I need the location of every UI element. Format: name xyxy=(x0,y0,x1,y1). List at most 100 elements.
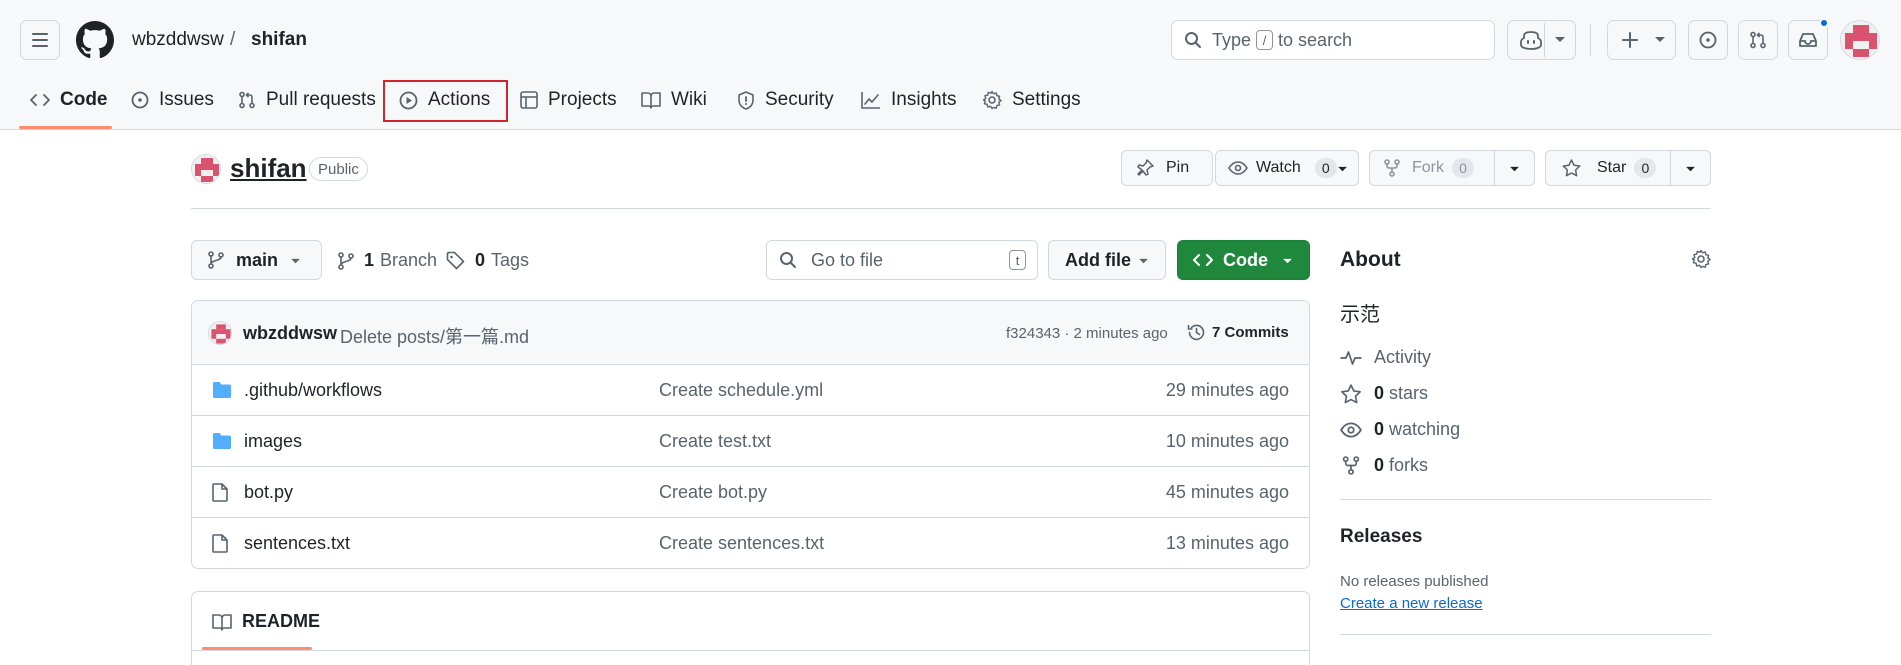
fork-count: 0 xyxy=(1452,158,1474,178)
forks-label: forks xyxy=(1389,455,1429,475)
git-branch-icon xyxy=(208,251,224,269)
file-row[interactable]: images Create test.txt 10 minutes ago xyxy=(192,416,1309,467)
identicon-icon xyxy=(192,155,220,183)
pull-requests-button[interactable] xyxy=(1738,20,1778,60)
pin-button[interactable]: Pin xyxy=(1121,150,1213,186)
copilot-divider xyxy=(1544,23,1545,57)
repo-owner-avatar[interactable] xyxy=(191,154,221,184)
notification-dot xyxy=(1819,18,1829,28)
commit-author[interactable]: wbzddwsw xyxy=(243,323,337,344)
watch-button[interactable]: Watch 0 xyxy=(1215,150,1359,186)
branch-count-label: Branch xyxy=(380,250,438,270)
branches-link[interactable]: 1 Branch xyxy=(338,250,437,271)
file-name[interactable]: bot.py xyxy=(244,482,293,503)
about-description: 示范 xyxy=(1340,304,1380,326)
gear-icon[interactable] xyxy=(1691,249,1711,269)
global-search[interactable]: Type / to search xyxy=(1171,20,1495,60)
user-avatar[interactable] xyxy=(1840,20,1880,60)
file-browser: wbzddwsw Delete posts/第一篇.md f324343 · 2… xyxy=(191,300,1310,569)
fork-divider xyxy=(1494,151,1495,185)
file-row[interactable]: .github/workflows Create schedule.yml 29… xyxy=(192,365,1309,416)
file-commit-time: 10 minutes ago xyxy=(1165,431,1289,451)
file-name[interactable]: images xyxy=(244,431,302,452)
create-new-button[interactable] xyxy=(1607,20,1676,60)
commit-author-avatar[interactable] xyxy=(208,321,232,345)
file-name[interactable]: .github/workflows xyxy=(244,380,382,401)
repo-title-link[interactable]: shifan xyxy=(230,153,307,184)
go-to-file-shortcut: t xyxy=(1009,250,1026,270)
about-heading: About xyxy=(1340,248,1401,271)
tab-code[interactable]: Code xyxy=(18,78,120,122)
go-to-file-input[interactable]: Go to file t xyxy=(766,240,1038,280)
file-commit-message[interactable]: Create schedule.yml xyxy=(659,380,823,401)
menu-button[interactable] xyxy=(20,20,60,60)
search-icon xyxy=(780,252,796,268)
tab-settings[interactable]: Settings xyxy=(970,78,1093,122)
issues-button[interactable] xyxy=(1688,20,1728,60)
issue-opened-icon xyxy=(1699,31,1717,49)
tab-wiki[interactable]: Wiki xyxy=(629,78,719,122)
identicon-icon xyxy=(209,322,231,344)
search-suffix: to search xyxy=(1278,29,1353,50)
tab-active-underline xyxy=(19,126,112,129)
file-row[interactable]: bot.py Create bot.py 45 minutes ago xyxy=(192,467,1309,518)
search-prefix: Type xyxy=(1212,29,1252,50)
git-branch-icon xyxy=(338,251,354,270)
commits-history-link[interactable]: 7 Commits xyxy=(1187,323,1289,342)
gear-icon xyxy=(982,90,1002,110)
git-pull-request-icon xyxy=(1750,31,1766,49)
commit-message[interactable]: Delete posts/第一篇.md xyxy=(340,323,529,349)
file-commit-message[interactable]: Create test.txt xyxy=(659,431,771,452)
tab-pull-requests-label: Pull requests xyxy=(266,89,376,110)
eye-icon xyxy=(1340,422,1362,437)
folder-icon xyxy=(213,433,231,449)
tags-link[interactable]: 0 Tags xyxy=(446,250,529,271)
tab-issues[interactable]: Issues xyxy=(119,78,226,122)
repo-forked-icon xyxy=(1384,159,1400,177)
chevron-down-icon xyxy=(1555,37,1565,42)
search-shortcut-key: / xyxy=(1256,30,1274,50)
tab-insights[interactable]: Insights xyxy=(849,78,968,122)
forks-link[interactable]: 0 forks xyxy=(1340,455,1428,476)
commit-meta[interactable]: f324343 · 2 minutes ago xyxy=(1006,325,1168,342)
tab-security-label: Security xyxy=(765,89,834,110)
code-icon xyxy=(30,94,50,106)
inbox-icon xyxy=(1799,33,1817,47)
chevron-down-icon[interactable] xyxy=(1509,166,1520,173)
breadcrumb-owner[interactable]: wbzddwsw xyxy=(132,28,224,52)
copilot-button[interactable] xyxy=(1507,20,1576,60)
code-icon xyxy=(1193,254,1213,266)
add-file-label: Add file xyxy=(1065,249,1131,270)
tag-icon xyxy=(446,251,465,270)
tab-insights-label: Insights xyxy=(891,89,957,110)
create-release-link[interactable]: Create a new release xyxy=(1340,595,1483,612)
file-icon xyxy=(212,534,228,553)
breadcrumb-repo[interactable]: shifan xyxy=(251,28,307,52)
fork-split-button[interactable]: Fork 0 xyxy=(1369,150,1535,186)
graph-icon xyxy=(861,92,880,109)
watching-count: 0 xyxy=(1374,419,1385,439)
code-dropdown-button[interactable]: Code xyxy=(1177,240,1310,280)
star-split-button[interactable]: Star 0 xyxy=(1545,150,1711,186)
tab-pull-requests[interactable]: Pull requests xyxy=(226,78,388,122)
file-commit-message[interactable]: Create sentences.txt xyxy=(659,533,824,554)
tab-wiki-label: Wiki xyxy=(671,89,707,110)
activity-label: Activity xyxy=(1374,347,1432,367)
file-name[interactable]: sentences.txt xyxy=(244,533,350,554)
tab-security[interactable]: Security xyxy=(725,78,846,122)
github-logo[interactable] xyxy=(76,21,114,59)
watching-link[interactable]: 0 watching xyxy=(1340,419,1460,440)
activity-link[interactable]: Activity xyxy=(1340,347,1431,368)
branch-selector[interactable]: main xyxy=(191,240,322,280)
chevron-down-icon[interactable] xyxy=(1685,166,1696,173)
file-commit-message[interactable]: Create bot.py xyxy=(659,482,767,503)
github-logo-icon xyxy=(76,21,114,59)
releases-heading[interactable]: Releases xyxy=(1340,526,1422,548)
file-row[interactable]: sentences.txt Create sentences.txt 13 mi… xyxy=(192,518,1309,568)
readme-tab[interactable]: README xyxy=(212,611,320,632)
code-button-label: Code xyxy=(1223,249,1268,270)
tab-projects[interactable]: Projects xyxy=(508,78,629,122)
issue-opened-icon xyxy=(131,91,149,109)
add-file-button[interactable]: Add file xyxy=(1048,240,1166,280)
stars-link[interactable]: 0 stars xyxy=(1340,383,1428,404)
